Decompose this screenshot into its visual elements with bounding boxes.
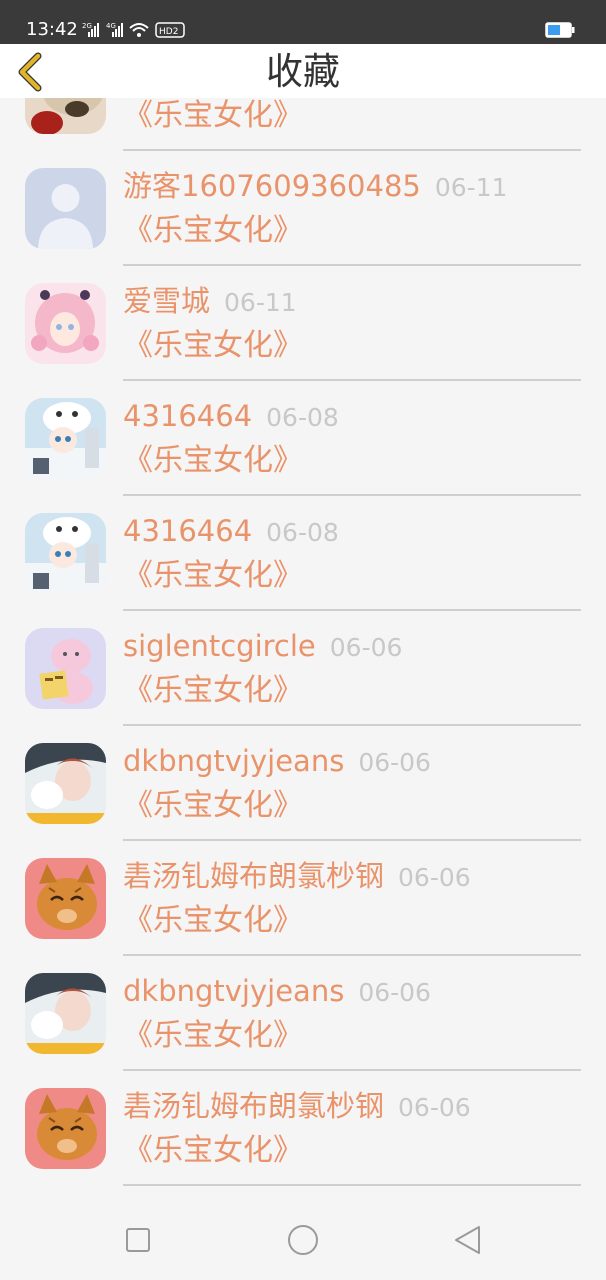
date: 06-06 — [358, 748, 431, 777]
circle-home-icon — [288, 1225, 318, 1255]
work-title: 《乐宝女化》 — [123, 788, 303, 823]
list-item[interactable]: dkbngtvjyjeans 06-06 《乐宝女化》 — [0, 731, 606, 846]
list-item[interactable]: 4316464 06-08 《乐宝女化》 — [0, 386, 606, 501]
divider — [123, 494, 581, 496]
user-name-row: siglentcgircle 06-06 — [123, 628, 402, 666]
divider — [123, 954, 581, 956]
home-button[interactable] — [285, 1222, 321, 1258]
date: 06-08 — [266, 518, 339, 547]
user-name: 游客1607609360485 — [123, 169, 421, 203]
header: 收藏 — [0, 44, 606, 98]
user-name: 4316464 — [123, 514, 253, 548]
anime-cat-hat-avatar — [25, 398, 106, 479]
signal-label: 4G — [106, 22, 116, 30]
date: 06-08 — [266, 403, 339, 432]
work-title: 《乐宝女化》 — [123, 558, 303, 593]
divider — [123, 839, 581, 841]
work-title: 《乐宝女化》 — [123, 213, 303, 248]
user-name-row: dkbngtvjyjeans 06-06 — [123, 743, 431, 781]
battery-icon — [545, 22, 575, 38]
user-name: 爱雪城 — [123, 284, 211, 318]
pink-cat-book-avatar — [25, 628, 106, 709]
favorites-list: 《乐宝女化》 游客1607609360485 06-11 《乐宝女化》 爱雪城 … — [0, 98, 606, 1194]
user-name-row: 4316464 06-08 — [123, 513, 339, 551]
user-name-row: 游客1607609360485 06-11 — [123, 168, 508, 206]
user-name: 砉汤钆姆布朗氯杪钢 — [123, 1089, 385, 1123]
divider — [123, 609, 581, 611]
divider — [123, 1069, 581, 1071]
signal-wifi-icons: 2G 4G HD2 — [82, 22, 185, 38]
date: 06-06 — [329, 633, 403, 662]
list-item[interactable]: 砉汤钆姆布朗氯杪钢 06-06 《乐宝女化》 — [0, 1076, 606, 1191]
user-name: siglentcgircle — [123, 629, 316, 663]
work-title: 《乐宝女化》 — [123, 328, 303, 363]
hd-label: HD2 — [159, 27, 178, 37]
recents-button[interactable] — [120, 1222, 156, 1258]
portrait-photo-avatar — [25, 743, 106, 824]
work-title: 《乐宝女化》 — [123, 1018, 303, 1053]
triangle-back-icon — [455, 1226, 480, 1254]
page-title: 收藏 — [266, 50, 340, 93]
user-name-row: 砉汤钆姆布朗氯杪钢 06-06 — [123, 1088, 471, 1126]
list-item[interactable]: 爱雪城 06-11 《乐宝女化》 — [0, 271, 606, 386]
work-title: 《乐宝女化》 — [123, 98, 303, 133]
partial-avatar — [25, 98, 106, 134]
date: 06-06 — [358, 978, 431, 1007]
user-name: 4316464 — [123, 399, 253, 433]
list-item[interactable]: 4316464 06-08 《乐宝女化》 — [0, 501, 606, 616]
list-item[interactable]: dkbngtvjyjeans 06-06 《乐宝女化》 — [0, 961, 606, 1076]
anime-cat-hat-avatar — [25, 513, 106, 594]
square-recents-icon — [126, 1228, 150, 1252]
date: 06-06 — [398, 863, 471, 892]
divider — [123, 149, 581, 151]
divider — [123, 264, 581, 266]
user-name: dkbngtvjyjeans — [123, 744, 345, 778]
status-time: 13:42 — [26, 19, 78, 40]
list-item[interactable]: 游客1607609360485 06-11 《乐宝女化》 — [0, 156, 606, 271]
date: 06-11 — [434, 173, 508, 202]
list-item-partial[interactable]: 《乐宝女化》 — [0, 98, 606, 156]
divider — [123, 724, 581, 726]
work-title: 《乐宝女化》 — [123, 443, 303, 478]
status-bar: 13:42 2G 4G HD2 — [0, 0, 606, 44]
orange-cat-avatar — [25, 858, 106, 939]
pink-anime-girl-avatar — [25, 283, 106, 364]
user-name-row: 砉汤钆姆布朗氯杪钢 06-06 — [123, 858, 471, 896]
divider — [123, 1184, 581, 1186]
signal-label: 2G — [82, 22, 92, 30]
divider — [123, 379, 581, 381]
user-name: dkbngtvjyjeans — [123, 974, 345, 1008]
date: 06-11 — [224, 288, 297, 317]
date: 06-06 — [398, 1093, 471, 1122]
list-item[interactable]: 砉汤钆姆布朗氯杪钢 06-06 《乐宝女化》 — [0, 846, 606, 961]
orange-cat-avatar — [25, 1088, 106, 1169]
work-title: 《乐宝女化》 — [123, 903, 303, 938]
default-user-icon — [25, 168, 106, 249]
work-title: 《乐宝女化》 — [123, 673, 303, 708]
back-nav-button[interactable] — [450, 1222, 486, 1258]
work-title: 《乐宝女化》 — [123, 1133, 303, 1168]
user-name-row: dkbngtvjyjeans 06-06 — [123, 973, 431, 1011]
system-nav-bar — [0, 1194, 606, 1280]
user-name: 砉汤钆姆布朗氯杪钢 — [123, 859, 385, 893]
user-name-row: 4316464 06-08 — [123, 398, 339, 436]
list-item[interactable]: siglentcgircle 06-06 《乐宝女化》 — [0, 616, 606, 731]
portrait-photo-avatar — [25, 973, 106, 1054]
user-name-row: 爱雪城 06-11 — [123, 283, 297, 321]
